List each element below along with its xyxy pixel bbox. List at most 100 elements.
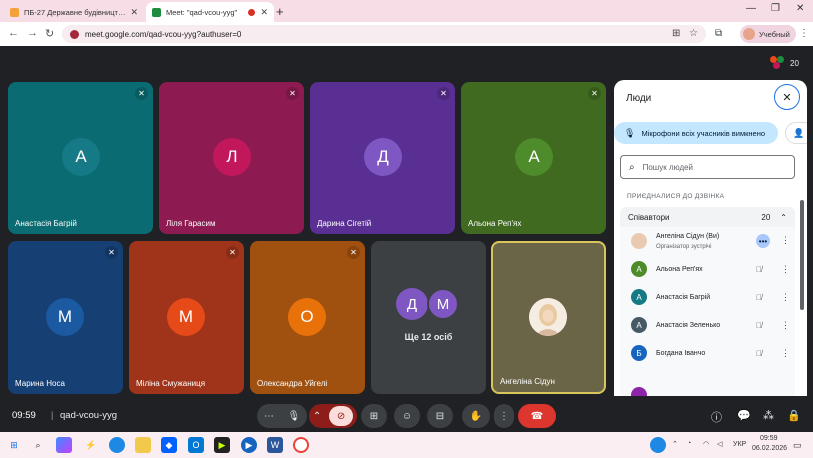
participant-tile[interactable]: М ✕ Марина Носа — [8, 241, 123, 394]
search-icon[interactable]: ⌕ — [30, 437, 46, 453]
more-options-icon[interactable]: ⋮ — [781, 235, 790, 246]
url-text: meet.google.com/qad-vcou-yyg?authuser=0 — [85, 29, 242, 39]
network-icon[interactable]: ◔ — [687, 440, 691, 447]
search-people-input[interactable]: ⌕ Пошук людей — [620, 155, 795, 179]
more-options-icon[interactable]: ⋮ — [781, 264, 790, 275]
mic-off-icon[interactable]: 🎙̸ — [756, 265, 762, 274]
wifi-icon[interactable]: ◠ — [703, 440, 709, 448]
add-people-button[interactable]: 👤 — [785, 122, 807, 144]
chevron-up-icon[interactable]: ⌃ — [780, 213, 787, 222]
close-panel-button[interactable]: ✕ — [774, 84, 800, 110]
forward-arrow-icon[interactable]: → — [27, 27, 38, 39]
present-button[interactable]: ⊞ — [361, 404, 387, 428]
url-field[interactable]: meet.google.com/qad-vcou-yyg?authuser=0 — [62, 25, 706, 43]
more-options-icon[interactable]: ⋮ — [781, 292, 790, 303]
leave-call-button[interactable]: ☎ — [518, 404, 556, 428]
chat-icon[interactable]: 💬 — [737, 409, 751, 422]
camera-controls: ⌃ ⊘ — [309, 404, 357, 428]
outlook-icon[interactable]: O — [188, 437, 204, 453]
more-participants-tile[interactable]: Д М Ще 12 осіб — [371, 241, 486, 394]
minimize-button[interactable]: — — [746, 3, 756, 14]
tab-classroom[interactable]: ПБ-27 Державне будівництво ✕ — [4, 2, 144, 22]
participant-list: Ангеліна Сідун (Ви) Організатор зустрічі… — [620, 227, 795, 396]
list-item[interactable] — [620, 367, 795, 396]
mic-off-icon[interactable]: 🎙̸ — [756, 349, 762, 358]
volume-icon[interactable]: ◁ — [717, 440, 722, 448]
mic-off-icon[interactable]: 🎙̸ — [756, 293, 762, 302]
participant-tile[interactable]: Д ✕ Дарина Сігетій — [310, 82, 455, 234]
list-item[interactable]: Б Богдана Іванчо 🎙̸ ⋮ — [620, 339, 795, 367]
tray-chevron-icon[interactable]: ⌃ — [672, 440, 678, 448]
camera-off-icon[interactable]: ⊘ — [329, 406, 354, 426]
clock-time[interactable]: 09:59 — [760, 435, 778, 442]
back-arrow-icon[interactable]: ← — [8, 27, 19, 39]
participant-tile[interactable]: О ✕ Олександра Уйгелі — [250, 241, 365, 394]
language-indicator[interactable]: УКР — [733, 441, 746, 448]
site-info-icon[interactable] — [70, 29, 79, 39]
close-window-button[interactable]: ✕ — [796, 3, 804, 14]
chrome-icon[interactable] — [293, 437, 309, 453]
close-tab-icon[interactable]: ✕ — [130, 7, 138, 18]
file-explorer-icon[interactable] — [135, 437, 151, 453]
participant-tile[interactable]: А ✕ Альона Реп'ях — [461, 82, 606, 234]
list-item[interactable]: Ангеліна Сідун (Ви) Організатор зустрічі… — [620, 227, 795, 255]
widgets-icon[interactable]: ⚡ — [83, 437, 99, 453]
emoji-icon: ☺ — [401, 410, 413, 422]
weather-icon[interactable] — [650, 437, 666, 453]
more-options-icon[interactable]: ⋮ — [781, 348, 790, 359]
camera-options-chevron-icon[interactable]: ⌃ — [313, 411, 321, 422]
participant-tile[interactable]: А ✕ Анастасія Багрій — [8, 82, 153, 234]
activities-icon[interactable]: ⁂ — [763, 409, 774, 422]
edge-icon[interactable] — [109, 437, 125, 453]
copilot-icon[interactable] — [56, 437, 72, 453]
avatar: А — [631, 289, 647, 305]
list-item[interactable]: А Анастасія Багрій 🎙̸ ⋮ — [620, 283, 795, 311]
word-icon[interactable]: W — [267, 437, 283, 453]
captions-button[interactable]: ⊟ — [427, 404, 453, 428]
avatar: А — [631, 261, 647, 277]
list-item[interactable]: А Анастасія Зеленько 🎙̸ ⋮ — [620, 311, 795, 339]
meeting-info-icon[interactable]: ⓘ — [711, 409, 722, 425]
maximize-button[interactable]: ❐ — [771, 3, 780, 14]
scrollbar[interactable] — [800, 200, 804, 310]
mute-all-button[interactable]: 🎙 Мікрофони всіх учасників вимкнено — [614, 122, 778, 144]
raise-hand-button[interactable]: ✋ — [462, 404, 490, 428]
avatar — [743, 28, 755, 40]
menu-kebab-icon[interactable]: ⋮ — [799, 28, 809, 39]
participant-tile-self[interactable]: Ангеліна Сідун — [491, 241, 606, 394]
search-placeholder: Пошук людей — [642, 162, 694, 172]
mic-off-icon: ✕ — [347, 246, 360, 259]
translate-icon[interactable]: ⊞ — [672, 28, 680, 39]
reload-icon[interactable]: ↻ — [45, 27, 54, 40]
more-options-button[interactable]: ⋮ — [494, 404, 514, 428]
bookmark-star-icon[interactable]: ☆ — [689, 28, 698, 39]
media-player-icon[interactable]: ▶ — [241, 437, 257, 453]
dropbox-icon[interactable]: ◆ — [161, 437, 177, 453]
participant-tile[interactable]: Л ✕ Ліля Гарасим — [159, 82, 304, 234]
list-item[interactable]: А Альона Реп'ях 🎙̸ ⋮ — [620, 255, 795, 283]
participant-role: Організатор зустрічі — [656, 244, 712, 250]
participant-tile[interactable]: М ✕ Міліна Смужаниця — [129, 241, 244, 394]
more-options-icon[interactable]: ⋮ — [781, 320, 790, 331]
audio-options-icon[interactable]: ⋯ — [264, 411, 274, 422]
windows-start-icon[interactable]: ⊞ — [6, 437, 22, 453]
reactions-button[interactable]: ☺ — [394, 404, 420, 428]
mic-off-icon: ✕ — [105, 246, 118, 259]
close-tab-icon[interactable]: ✕ — [260, 7, 268, 18]
participant-name: Анастасія Багрій — [15, 219, 77, 228]
clock-date[interactable]: 06.02.2026 — [752, 445, 787, 452]
app-icon[interactable]: ▶ — [214, 437, 230, 453]
group-header[interactable]: Співавтори 20 ⌃ — [620, 207, 795, 227]
profile-button[interactable]: Учебный — [740, 25, 796, 43]
mic-off-icon[interactable]: 🎙̸ — [756, 321, 762, 330]
participant-count-badge[interactable]: 20 — [770, 54, 799, 72]
host-controls-icon[interactable]: 🔒 — [787, 409, 801, 422]
more-vert-icon: ⋮ — [499, 410, 509, 422]
extensions-icon[interactable]: ⧉ — [715, 28, 722, 39]
tab-meet[interactable]: Meet: "qad-vcou-yyg" ✕ — [146, 2, 274, 22]
tab-title: ПБ-27 Державне будівництво — [24, 7, 126, 17]
microphone-icon[interactable]: 🎙 — [287, 411, 300, 422]
new-tab-button[interactable]: + — [276, 4, 284, 19]
captions-icon: ⊟ — [435, 410, 445, 422]
notifications-icon[interactable]: ▭ — [793, 440, 802, 451]
